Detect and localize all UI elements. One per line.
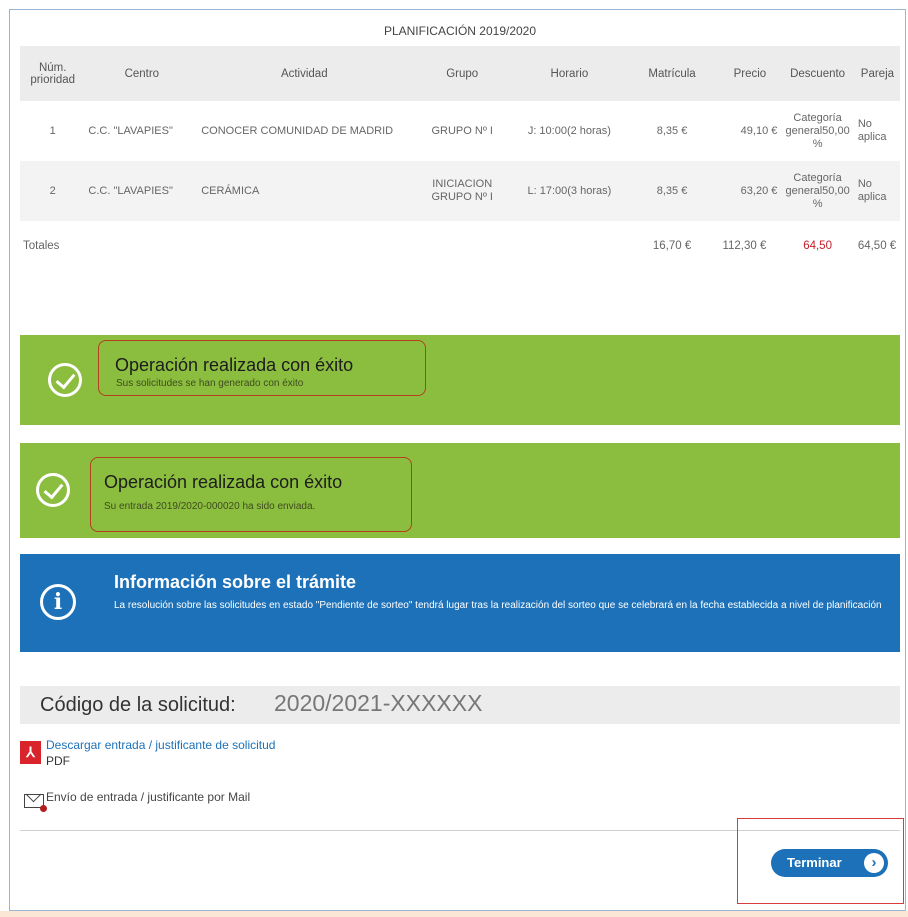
request-code-value: 2020/2021-XXXXXX xyxy=(274,690,483,716)
header-matricula: Matrícula xyxy=(624,46,720,101)
header-precio: Precio xyxy=(719,46,781,101)
cell-precio: 49,10 € xyxy=(740,124,778,137)
info-icon: i xyxy=(40,584,76,620)
download-pdf-link[interactable]: Descargar entrada / justificante de soli… xyxy=(46,738,275,752)
success-text: Su entrada 2019/2020-000020 ha sido envi… xyxy=(104,501,316,512)
pdf-icon[interactable]: ⅄ xyxy=(20,741,41,764)
cell-horario: J: 10:00(2 horas) xyxy=(527,124,611,137)
cell-horario: L: 17:00(3 horas) xyxy=(514,161,625,221)
cell-actividad: CERÁMICA xyxy=(198,161,411,221)
success-message-generated: Operación realizada con éxito Sus solici… xyxy=(20,335,900,425)
cell-actividad: CONOCER COMUNIDAD DE MADRID xyxy=(201,124,394,137)
totals-row: Totales 16,70 € 112,30 € 64,50 64,50 € xyxy=(20,221,900,271)
info-message: i Información sobre el trámite La resolu… xyxy=(20,554,900,652)
header-pareja: Pareja xyxy=(854,46,900,101)
cell-centro: C.C. "LAVAPIES" xyxy=(88,124,173,137)
check-circle-icon xyxy=(48,363,82,397)
table-title: PLANIFICACIÓN 2019/2020 xyxy=(383,24,537,38)
success-text: Sus solicitudes se han generado con éxit… xyxy=(116,378,304,389)
finish-label: Terminar xyxy=(787,855,842,870)
totals-matricula: 16,70 € xyxy=(652,239,692,252)
cell-precio: 63,20 € xyxy=(719,161,781,221)
success-message-sent: Operación realizada con éxito Su entrada… xyxy=(20,443,900,538)
success-title: Operación realizada con éxito xyxy=(115,355,354,375)
totals-descuento: 64,50 xyxy=(803,239,832,252)
header-descuento: Descuento xyxy=(780,46,855,101)
cell-grupo: GRUPO Nº I xyxy=(431,124,493,137)
highlight-outline xyxy=(90,457,412,532)
table-row: 2 C.C. "LAVAPIES" CERÁMICA INICIACION GR… xyxy=(20,161,900,221)
pdf-label: PDF xyxy=(46,754,70,768)
table-header-row: Núm. prioridad Centro Actividad Grupo Ho… xyxy=(20,46,900,101)
header-grupo: Grupo xyxy=(410,46,515,101)
send-mail-link[interactable]: Envío de entrada / justificante por Mail xyxy=(46,790,250,804)
cell-matricula: 8,35 € xyxy=(656,124,688,137)
cell-num: 2 xyxy=(20,161,86,221)
totals-pareja: 64,50 € xyxy=(857,239,897,252)
cell-descuento: Categoría general50,00 % xyxy=(780,161,855,221)
success-title: Operación realizada con éxito xyxy=(104,472,343,492)
totals-precio: 112,30 € xyxy=(722,239,767,252)
info-title: Información sobre el trámite xyxy=(114,572,357,592)
cell-descuento: Categoría general50,00 % xyxy=(785,111,850,150)
header-horario: Horario xyxy=(514,46,625,101)
planning-table: Núm. prioridad Centro Actividad Grupo Ho… xyxy=(20,46,900,271)
finish-button[interactable]: Terminar › xyxy=(771,849,888,877)
check-circle-icon xyxy=(36,473,70,507)
cell-centro: C.C. "LAVAPIES" xyxy=(85,161,199,221)
bottom-strip xyxy=(0,911,908,917)
totals-label: Totales xyxy=(23,239,60,252)
cell-num: 1 xyxy=(49,124,56,137)
request-code-label: Código de la solicitud: xyxy=(40,694,236,716)
mail-badge-icon xyxy=(40,805,47,812)
cell-pareja: No aplica xyxy=(854,161,900,221)
header-actividad: Actividad xyxy=(198,46,411,101)
cell-matricula: 8,35 € xyxy=(624,161,720,221)
header-centro: Centro xyxy=(85,46,199,101)
request-code-bar: Código de la solicitud: 2020/2021-XXXXXX xyxy=(20,686,900,724)
table-row: 1 C.C. "LAVAPIES" CONOCER COMUNIDAD DE M… xyxy=(20,101,900,161)
header-prioridad: Núm. prioridad xyxy=(20,46,86,101)
cell-pareja: No aplica xyxy=(857,118,887,143)
cell-grupo: INICIACION GRUPO Nº I xyxy=(410,161,515,221)
info-text: La resolución sobre las solicitudes en e… xyxy=(114,600,882,611)
arrow-right-icon: › xyxy=(864,853,884,873)
